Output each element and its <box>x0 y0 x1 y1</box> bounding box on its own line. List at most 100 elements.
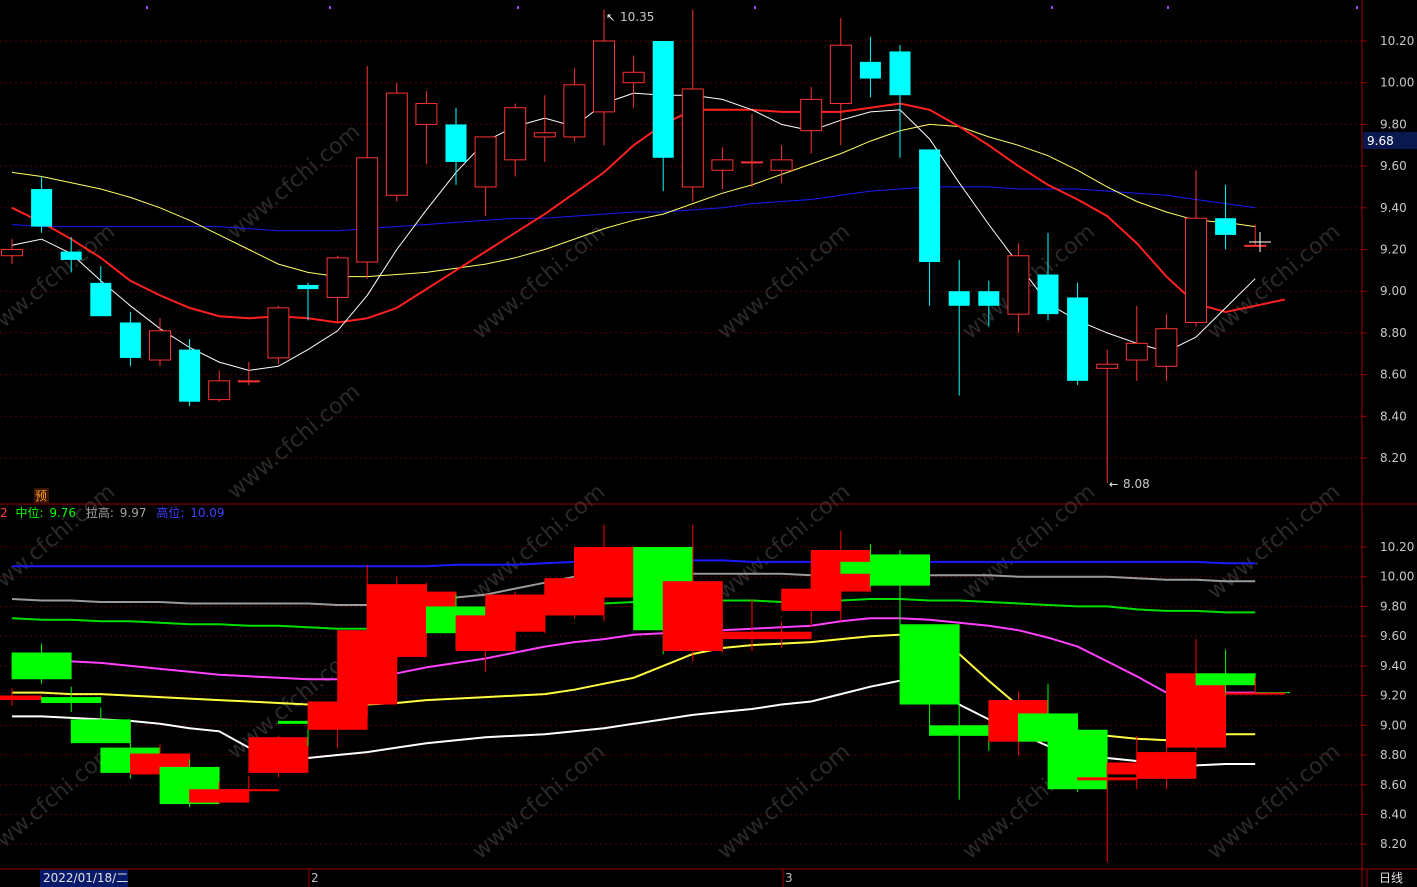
month-label-3: 3 <box>785 871 793 885</box>
candle-body <box>267 307 290 359</box>
price-tick-label: 10.20 <box>1380 34 1414 48</box>
candle-body <box>474 136 497 188</box>
edge-marker <box>517 6 519 9</box>
candle-body <box>326 257 349 298</box>
candle-body <box>563 84 586 138</box>
price-tick-label: 9.80 <box>1380 117 1407 131</box>
candle-body <box>741 161 763 164</box>
candle-body <box>711 159 734 171</box>
edge-marker <box>146 6 148 9</box>
indicator-body <box>751 631 812 640</box>
svg-text:←: ← <box>1109 478 1118 491</box>
indicator-body <box>662 581 723 652</box>
price-tick-label: 8.60 <box>1380 368 1407 382</box>
stock-chart: www.cfchi.comwww.cfchi.comwww.cfchi.com w… <box>0 0 1417 887</box>
indicator-tick-label: 10.00 <box>1380 570 1414 584</box>
candle-body <box>800 98 823 132</box>
indicator-body <box>1136 752 1197 779</box>
candle-body <box>1185 217 1207 323</box>
candle-body <box>1155 328 1178 367</box>
candle-body <box>622 71 645 84</box>
candle-body <box>1125 342 1148 361</box>
indicator-tick-label: 9.00 <box>1380 718 1407 732</box>
chart-background <box>0 0 1417 887</box>
candle-body <box>948 291 970 306</box>
indicator-body <box>781 588 842 611</box>
indicator-body <box>218 789 279 792</box>
candle-body <box>179 349 201 402</box>
selected-date: 2022/01/18/二 <box>43 871 128 885</box>
price-tick-label: 8.20 <box>1380 451 1407 465</box>
low-annotation: ← 8.08 <box>1109 477 1150 491</box>
candle-body <box>533 132 556 138</box>
candle <box>267 305 290 365</box>
candle-body <box>1096 363 1119 369</box>
forecast-badge[interactable]: 预 <box>34 488 49 503</box>
edge-marker <box>329 6 331 9</box>
price-tick-label: 8.80 <box>1380 326 1407 340</box>
candle-body <box>1067 297 1089 381</box>
indicator-tick-label: 9.80 <box>1380 599 1407 613</box>
candle-body <box>919 149 941 263</box>
candle <box>1067 282 1089 386</box>
indicator-tick-label: 10.20 <box>1380 540 1414 554</box>
indicator-tick-label: 8.20 <box>1380 837 1407 851</box>
candle-body <box>504 107 527 161</box>
candle-body <box>1007 255 1030 315</box>
indicator-body <box>870 554 930 586</box>
indicator-tick-label: 9.60 <box>1380 629 1407 643</box>
candle-body <box>356 157 379 263</box>
high-annotation: ↖ 10.35 <box>606 10 654 24</box>
price-tick-label: 9.60 <box>1380 159 1407 173</box>
indicator-body <box>248 737 309 773</box>
indicator-body <box>1225 692 1286 695</box>
indicator-box <box>248 735 309 778</box>
indicator-body <box>692 631 753 640</box>
candle-body <box>149 330 171 361</box>
indicator-body <box>189 789 250 803</box>
price-tick-label: 9.20 <box>1380 243 1407 257</box>
svg-text:9.68: 9.68 <box>1367 134 1394 148</box>
edge-marker <box>1356 6 1358 9</box>
candle-body <box>829 44 852 105</box>
candle-body <box>31 189 53 227</box>
edge-marker <box>1051 6 1053 9</box>
candle-body <box>445 124 467 162</box>
indicator-body <box>1077 777 1138 781</box>
candle-body <box>60 251 82 260</box>
indicator-body <box>307 701 368 730</box>
candle-body <box>978 291 1000 306</box>
candle-body <box>1244 244 1267 247</box>
period-selector[interactable]: 日线 <box>1379 871 1403 885</box>
candle-body <box>385 92 408 196</box>
indicator-body <box>41 697 102 704</box>
candle-body <box>1037 274 1059 315</box>
indicator-body <box>899 624 960 705</box>
candle-body <box>889 51 911 96</box>
price-tick-label: 8.40 <box>1380 409 1407 423</box>
candle-body <box>237 380 260 383</box>
month-label-2: 2 <box>311 871 319 885</box>
indicator-tick-label: 9.40 <box>1380 659 1407 673</box>
candle-body <box>593 40 615 113</box>
current-price-tag: 9.68 <box>1363 132 1417 149</box>
svg-text:预: 预 <box>35 489 47 503</box>
indicator-tick-label: 8.80 <box>1380 748 1407 762</box>
candle-body <box>208 380 231 401</box>
indicator-tick-label: 9.20 <box>1380 689 1407 703</box>
candle-body <box>770 159 793 171</box>
price-tick-label: 10.00 <box>1380 76 1414 90</box>
price-tick-label: 9.00 <box>1380 284 1407 298</box>
candle-body <box>1 249 23 257</box>
candle-body <box>1215 218 1237 235</box>
candle-body <box>681 88 704 188</box>
svg-text:10.35: 10.35 <box>620 10 654 24</box>
svg-text:8.08: 8.08 <box>1123 477 1150 491</box>
svg-text:↖: ↖ <box>606 11 615 24</box>
candle <box>385 82 408 202</box>
candle-body <box>652 41 674 158</box>
indicator-legend: 2 中位: 9.76 拉高: 9.97 高位: 10.09 <box>0 505 225 520</box>
indicator-body <box>0 695 42 701</box>
indicator-body <box>11 652 72 680</box>
candle-body <box>90 282 112 317</box>
